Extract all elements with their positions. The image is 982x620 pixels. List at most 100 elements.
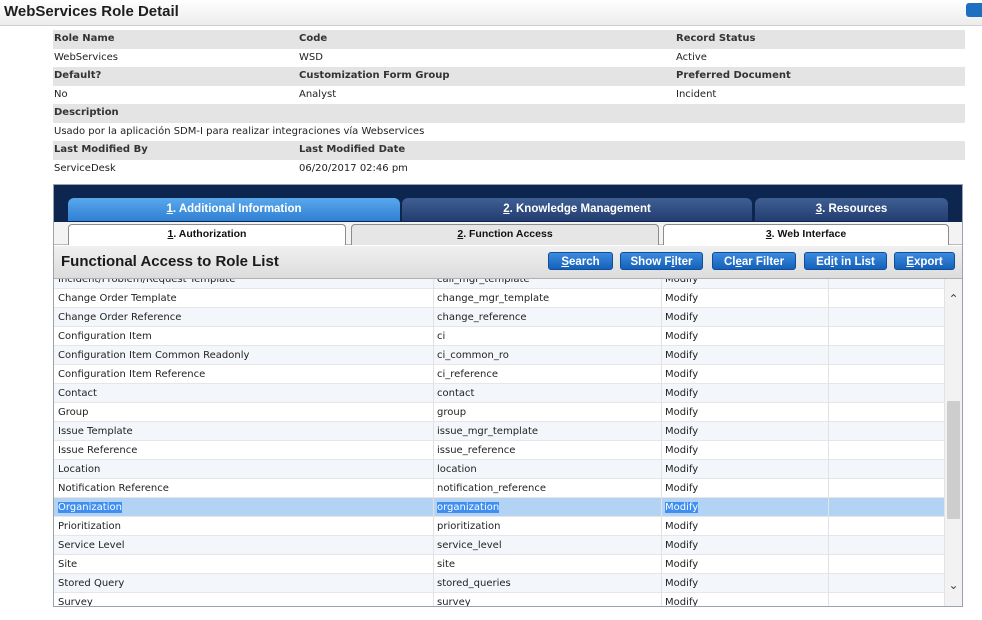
- tab-label: . Resources: [822, 203, 888, 215]
- row-code-cell: prioritization: [434, 517, 662, 536]
- cell-text: Modify: [665, 426, 699, 437]
- button-label: ar Filter: [741, 256, 785, 268]
- cell-text: Location: [58, 464, 101, 475]
- clear-filter-button[interactable]: Clear Filter: [712, 252, 796, 270]
- search-button[interactable]: Search: [548, 252, 613, 270]
- table-row[interactable]: Contact contact Modify: [54, 384, 945, 403]
- tab-knowledge-management[interactable]: 2. Knowledge Management: [402, 198, 752, 221]
- row-name-cell[interactable]: Configuration Item: [54, 327, 434, 346]
- row-name-cell[interactable]: Configuration Item Reference: [54, 365, 434, 384]
- tab-function-access[interactable]: 2. Function Access: [351, 224, 659, 245]
- cell-text: prioritization: [437, 521, 501, 532]
- row-code-cell: ci_reference: [434, 365, 662, 384]
- tab-label: . Authorization: [173, 228, 247, 240]
- row-name-cell[interactable]: Configuration Item Common Readonly: [54, 346, 434, 365]
- vertical-scrollbar[interactable]: ⌃ ⌄: [945, 279, 962, 606]
- table-row[interactable]: Configuration Item ci Modify: [54, 327, 945, 346]
- row-empty-cell: [829, 289, 945, 308]
- row-code-cell: service_level: [434, 536, 662, 555]
- row-name-cell[interactable]: Prioritization: [54, 517, 434, 536]
- row-name-cell[interactable]: Stored Query: [54, 574, 434, 593]
- cell-text: change_reference: [437, 312, 527, 323]
- table-row[interactable]: Prioritization prioritization Modify: [54, 517, 945, 536]
- row-name-cell[interactable]: Issue Template: [54, 422, 434, 441]
- row-code-cell: group: [434, 403, 662, 422]
- value-last-modified-by: ServiceDesk: [54, 162, 116, 174]
- value-last-modified-date: 06/20/2017 02:46 pm: [299, 162, 408, 174]
- sub-tab-bar: 1. Authorization 2. Function Access 3. W…: [54, 222, 962, 245]
- label-preferred-document: Preferred Document: [676, 70, 791, 81]
- tab-resources[interactable]: 3. Resources: [755, 198, 948, 221]
- export-button[interactable]: Export: [894, 252, 955, 270]
- table-row[interactable]: Organization organization Modify: [54, 498, 945, 517]
- row-name-cell[interactable]: Change Order Template: [54, 289, 434, 308]
- label-description: Description: [54, 107, 119, 118]
- cell-text: issue_reference: [437, 445, 516, 456]
- cell-text: Modify: [665, 559, 699, 570]
- cell-text: Modify: [665, 578, 699, 589]
- row-code-cell: issue_mgr_template: [434, 422, 662, 441]
- row-access-cell: Modify: [662, 289, 829, 308]
- cell-text: contact: [437, 388, 475, 399]
- row-name-cell[interactable]: Incident/Problem/Request Template: [54, 279, 434, 289]
- tab-web-interface[interactable]: 3. Web Interface: [663, 224, 949, 245]
- table-row[interactable]: Configuration Item Reference ci_reference…: [54, 365, 945, 384]
- window-menu-button[interactable]: [966, 3, 982, 17]
- row-name-cell[interactable]: Change Order Reference: [54, 308, 434, 327]
- table-row[interactable]: Issue Template issue_mgr_template Modify: [54, 422, 945, 441]
- label-last-modified-date: Last Modified Date: [299, 144, 406, 155]
- row-empty-cell: [829, 441, 945, 460]
- detail-value-row: No Analyst Incident: [53, 85, 965, 104]
- row-access-cell: Modify: [662, 327, 829, 346]
- chevron-down-icon[interactable]: ⌄: [945, 577, 962, 594]
- table-row[interactable]: Group group Modify: [54, 403, 945, 422]
- cell-text: Modify: [665, 331, 699, 342]
- tab-label: . Function Access: [463, 228, 553, 240]
- cell-text: location: [437, 464, 477, 475]
- row-name-cell[interactable]: Group: [54, 403, 434, 422]
- row-name-cell[interactable]: Notification Reference: [54, 479, 434, 498]
- row-access-cell: Modify: [662, 517, 829, 536]
- row-code-cell: location: [434, 460, 662, 479]
- table-row[interactable]: Change Order Reference change_reference Mo…: [54, 308, 945, 327]
- row-empty-cell: [829, 498, 945, 517]
- value-preferred-document: Incident: [676, 88, 717, 100]
- tab-label: . Additional Information: [172, 203, 302, 215]
- row-name-cell[interactable]: Contact: [54, 384, 434, 403]
- row-name-cell[interactable]: Service Level: [54, 536, 434, 555]
- table-row[interactable]: Survey survey Modify: [54, 593, 945, 606]
- row-empty-cell: [829, 517, 945, 536]
- table-row[interactable]: Notification Reference notification_refer…: [54, 479, 945, 498]
- row-access-cell: Modify: [662, 308, 829, 327]
- value-role-name: WebServices: [54, 51, 118, 63]
- table-row[interactable]: Configuration Item Common Readonly ci_com…: [54, 346, 945, 365]
- table-row[interactable]: Service Level service_level Modify: [54, 536, 945, 555]
- table-row[interactable]: Incident/Problem/Request Template call_mg…: [54, 279, 945, 289]
- table-row[interactable]: Site site Modify: [54, 555, 945, 574]
- table-row[interactable]: Issue Reference issue_reference Modify: [54, 441, 945, 460]
- show-filter-button[interactable]: Show Filter: [620, 252, 703, 270]
- label-role-name: Role Name: [54, 33, 115, 44]
- row-code-cell: issue_reference: [434, 441, 662, 460]
- edit-in-list-button[interactable]: Edit in List: [804, 252, 887, 270]
- table-row[interactable]: Change Order Template change_mgr_template…: [54, 289, 945, 308]
- row-name-cell[interactable]: Location: [54, 460, 434, 479]
- tab-authorization[interactable]: 1. Authorization: [68, 224, 346, 245]
- row-access-cell: Modify: [662, 479, 829, 498]
- row-name-cell[interactable]: Organization: [54, 498, 434, 517]
- cell-text: Modify: [665, 279, 699, 285]
- cell-text: Change Order Template: [58, 293, 177, 304]
- row-name-cell[interactable]: Survey: [54, 593, 434, 606]
- row-name-cell[interactable]: Issue Reference: [54, 441, 434, 460]
- table-row[interactable]: Stored Query stored_queries Modify: [54, 574, 945, 593]
- chevron-up-icon[interactable]: ⌃: [945, 291, 962, 308]
- table-row[interactable]: Location location Modify: [54, 460, 945, 479]
- row-access-cell: Modify: [662, 346, 829, 365]
- tab-additional-information[interactable]: 1. Additional Information: [68, 198, 400, 221]
- row-empty-cell: [829, 593, 945, 606]
- row-empty-cell: [829, 308, 945, 327]
- scrollbar-thumb[interactable]: [947, 401, 960, 519]
- cell-text: Configuration Item Common Readonly: [58, 350, 250, 361]
- row-access-cell: Modify: [662, 384, 829, 403]
- row-name-cell[interactable]: Site: [54, 555, 434, 574]
